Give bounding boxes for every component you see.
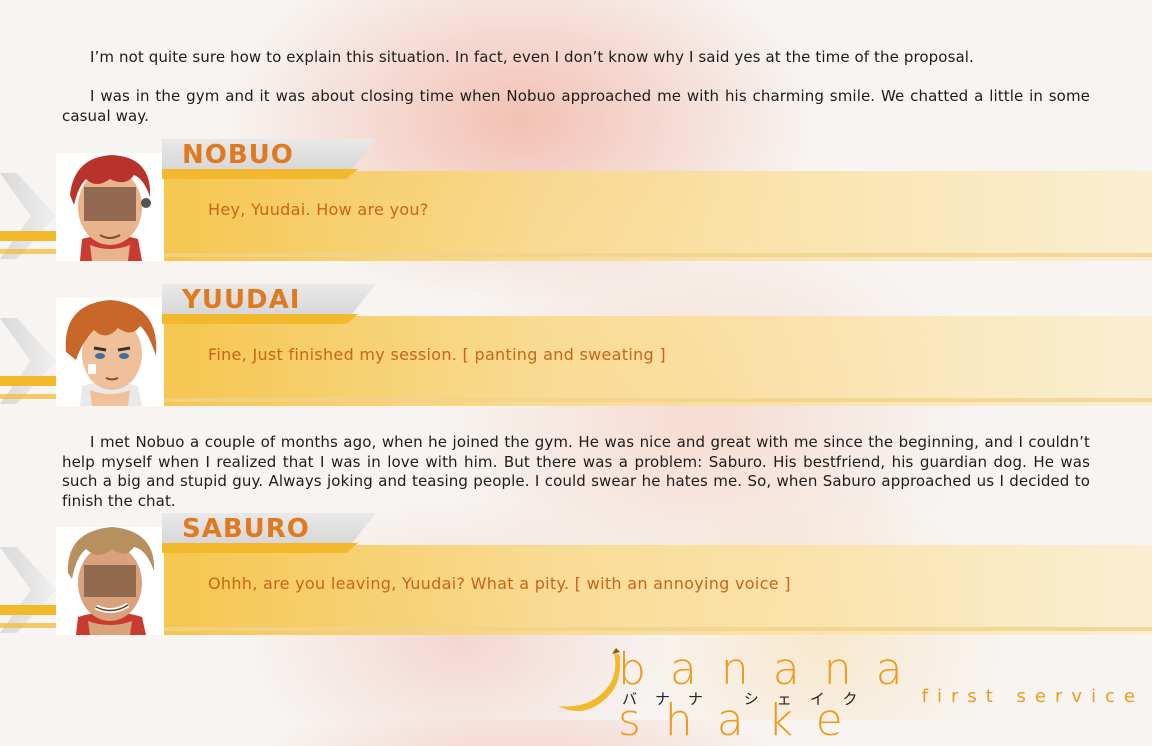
- game-logo: banana shake バナナ シェイク first service: [552, 640, 1152, 746]
- dialog-text: Ohhh, are you leaving, Yuudai? What a pi…: [208, 574, 791, 593]
- portrait-nobuo: [56, 153, 164, 261]
- dialog-box-saburo[interactable]: SABURO Ohhh, are you leaving, Yuudai? Wh…: [0, 513, 1152, 639]
- speaker-name: NOBUO: [182, 140, 294, 170]
- logo-japanese: バナナ シェイク: [622, 690, 876, 708]
- banana-icon: [558, 648, 621, 711]
- narration-paragraph-2: I was in the gym and it was about closin…: [62, 87, 1090, 125]
- speaker-name: SABURO: [182, 514, 310, 544]
- dialog-chevron: [0, 173, 56, 259]
- dialog-box-yuudai[interactable]: YUUDAI Fine, Just finished my session. […: [0, 284, 1152, 410]
- narration-paragraph-1: I’m not quite sure how to explain this s…: [90, 48, 974, 66]
- portrait-yuudai: [56, 298, 164, 406]
- logo-subtitle: first service: [921, 686, 1144, 707]
- dialog-chevron: [0, 318, 56, 404]
- dialog-chevron: [0, 547, 56, 633]
- dialog-text: Hey, Yuudai. How are you?: [208, 200, 429, 219]
- narration-paragraph-3: I met Nobuo a couple of months ago, when…: [62, 433, 1090, 510]
- speaker-name: YUUDAI: [182, 285, 301, 315]
- portrait-saburo: [56, 527, 164, 635]
- dialog-text: Fine, Just finished my session. [ pantin…: [208, 345, 666, 364]
- dialog-box-nobuo[interactable]: NOBUO Hey, Yuudai. How are you?: [0, 139, 1152, 265]
